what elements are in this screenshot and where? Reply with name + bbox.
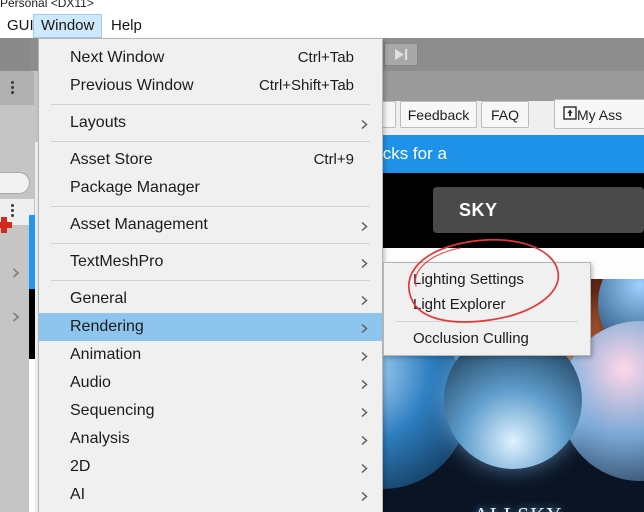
menu-item-label: Sequencing [70,402,155,419]
scene-accent-strip-black [29,289,35,359]
menu-item-2d[interactable]: 2D [39,453,382,481]
my-assets-label: My Ass [577,107,623,123]
rendering-submenu: Lighting Settings Light Explorer Occlusion… [383,262,591,356]
menu-item-shortcut: Ctrl+9 [313,151,354,168]
submenu-chevron-icon [360,119,369,129]
menu-item-textmeshpro[interactable]: TextMeshPro [39,248,382,276]
asset-store-promo-banner[interactable]: eckout these top picks for a [370,135,644,173]
menu-item-asset-management[interactable]: Asset Management [39,211,382,239]
menu-item-label: General [70,290,127,307]
submenu-chevron-icon [360,407,369,417]
hierarchy-search-input[interactable] [0,172,30,194]
menu-separator [51,243,370,244]
main-menu-bar: GUI Window Help [0,14,644,38]
submenu-item-label: Lighting Settings [413,271,524,288]
menu-item-audio[interactable]: Audio [39,369,382,397]
menu-item-shortcut: Ctrl+Tab [297,49,354,66]
menu-item-label: Rendering [70,318,144,335]
menu-item-label: Package Manager [70,179,200,196]
menu-item-label: Next Window [70,49,165,66]
window-title: Personal <DX11> [0,0,94,10]
menu-item-next-window[interactable]: Next Window Ctrl+Tab [39,44,382,72]
submenu-item-label: Occlusion Culling [413,330,529,347]
menu-item-label: TextMeshPro [70,253,164,270]
menu-item-rendering[interactable]: Rendering [39,313,382,341]
scene-accent-strip-white [29,359,35,512]
menu-item-label: Asset Store [70,151,153,168]
submenu-chevron-icon [360,258,369,268]
window-dropdown-menu: Next Window Ctrl+Tab Previous Window Ctrl+S… [38,38,383,512]
submenu-item-label: Light Explorer [413,296,506,313]
menu-item-label: Analysis [70,430,130,447]
submenu-chevron-icon [360,221,369,231]
asset-store-hero: SKY [370,173,644,248]
menu-item-label: 2D [70,458,91,475]
menu-item-general[interactable]: General [39,285,382,313]
submenu-item-lighting-settings[interactable]: Lighting Settings [384,267,590,292]
tab-feedback[interactable]: Feedback [400,101,477,128]
menu-item-ai[interactable]: AI [39,481,382,509]
add-component-icon[interactable] [0,217,12,233]
scene-accent-strip-blue [29,215,35,289]
step-button[interactable] [384,43,418,66]
menubar-item-help[interactable]: Help [104,14,149,38]
menu-item-previous-window[interactable]: Previous Window Ctrl+Shift+Tab [39,72,382,100]
submenu-chevron-icon [360,491,369,501]
sky-card[interactable]: SKY [433,187,644,233]
step-forward-icon [385,44,417,65]
submenu-chevron-icon [360,379,369,389]
asset-box-icon [563,105,577,121]
menu-item-animation[interactable]: Animation [39,341,382,369]
menu-item-label: Animation [70,346,142,363]
menu-item-label: AI [70,486,86,503]
sky-card-label: SKY [459,200,498,220]
submenu-chevron-icon [360,295,369,305]
menu-item-sequencing[interactable]: Sequencing [39,397,382,425]
asset-store-header-strip [370,71,644,101]
menu-separator [51,280,370,281]
submenu-chevron-icon [360,323,369,333]
menu-item-label: Asset Management [70,216,208,233]
menu-item-label: Previous Window [70,77,194,94]
menu-item-asset-store[interactable]: Asset Store Ctrl+9 [39,146,382,174]
menu-item-layouts[interactable]: Layouts [39,109,382,137]
toolbar-left-block [0,38,30,71]
submenu-chevron-icon [360,435,369,445]
left-dock-column [0,71,40,512]
submenu-item-occlusion-culling[interactable]: Occlusion Culling [384,326,590,351]
foldout-chevron-icon-1[interactable] [10,267,22,279]
panel-options-kebab-icon[interactable] [5,79,19,97]
allsky-free-title: ALLSKY [458,503,578,512]
window-title-bar: Personal <DX11> [0,0,644,14]
tab-faq[interactable]: FAQ [481,101,529,128]
submenu-chevron-icon [360,463,369,473]
submenu-chevron-icon [360,351,369,361]
submenu-item-light-explorer[interactable]: Light Explorer [384,292,590,317]
asset-store-tab-strip: ets Feedback FAQ My Ass [370,99,644,135]
my-assets-button[interactable]: My Ass [554,99,644,129]
menu-item-analysis[interactable]: Analysis [39,425,382,453]
menubar-item-window[interactable]: Window [33,14,103,38]
menu-item-shortcut: Ctrl+Shift+Tab [258,77,354,94]
submenu-separator [396,321,578,322]
editor-window: Personal <DX11> GUI Window Help Feedback… [0,0,644,512]
allsky-free-title-block: ALLSKY FREE [458,503,578,512]
menu-separator [51,206,370,207]
menu-separator [51,141,370,142]
menu-item-label: Layouts [70,114,127,131]
menu-item-label: Audio [70,374,111,391]
menu-item-package-manager[interactable]: Package Manager [39,174,382,202]
foldout-chevron-icon-2[interactable] [10,311,22,323]
menu-separator [51,104,370,105]
